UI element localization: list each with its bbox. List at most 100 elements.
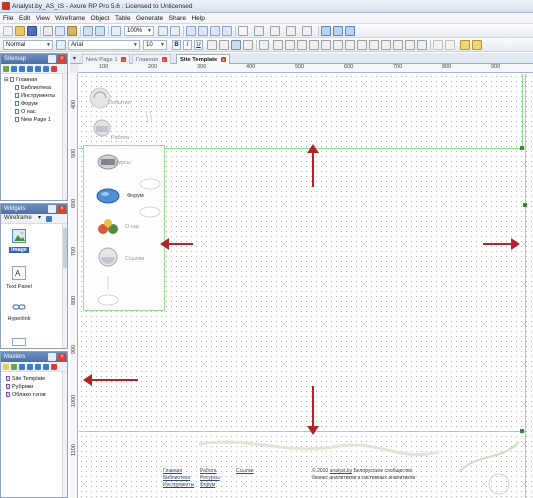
text-color-icon[interactable] [259,40,269,50]
select-mode-icon[interactable] [158,26,168,36]
align-top-icon[interactable] [309,40,319,50]
align-left-icon[interactable] [207,40,217,50]
distribute-icon[interactable] [285,40,295,50]
redo-icon[interactable] [95,26,105,36]
master-item[interactable]: Облако тэгов [6,392,46,398]
align-objects-icon[interactable] [297,40,307,50]
style-select[interactable]: Normal ▼ [3,40,53,50]
close-icon[interactable]: × [58,353,66,361]
indent-icon[interactable] [35,364,41,370]
master-item[interactable]: Рубрики [6,384,33,390]
footer-link[interactable]: Инструменты [163,482,194,489]
tab-site-template[interactable]: Site Template × [176,54,230,64]
sitemap-root[interactable]: ⊟ Главная [4,77,37,83]
menu-file[interactable]: File [0,13,16,22]
tab-new-page-1[interactable]: New Page 1 × [82,54,131,64]
outdent-icon[interactable] [43,364,49,370]
style-edit-icon[interactable] [56,40,66,50]
zoom-select[interactable]: 100% ▼ [124,26,154,36]
bold-button[interactable]: B [172,40,181,50]
rotate-icon[interactable] [369,40,379,50]
menu-help[interactable]: Help [188,13,207,22]
menu-object[interactable]: Object [88,13,112,22]
copy-icon[interactable] [55,26,65,36]
move-up-icon[interactable] [19,66,25,72]
bring-front-icon[interactable] [210,26,220,36]
guide-handle[interactable] [520,146,524,150]
footer-link[interactable]: Работа [200,468,220,475]
font-size-select[interactable]: 10 ▼ [143,40,167,50]
move-down-icon[interactable] [27,66,33,72]
group-icon[interactable] [186,26,196,36]
add-child-icon[interactable] [11,66,17,72]
connector-icon[interactable] [170,26,180,36]
view-mode-2-icon[interactable] [333,26,343,36]
guide-handle[interactable] [523,203,527,207]
footer-link[interactable]: Ссылки [236,468,254,475]
cut-icon[interactable] [43,26,53,36]
close-tab-icon[interactable]: × [220,57,226,62]
widget-hyperlink[interactable]: Hyperlink [4,302,34,322]
align-center-icon[interactable] [219,40,229,50]
close-icon[interactable]: × [58,55,66,63]
library-dropdown-icon[interactable]: ▾ [38,214,41,221]
annotation-icon[interactable] [460,40,470,50]
guide-line[interactable] [522,74,523,148]
align-middle-icon[interactable] [321,40,331,50]
outdent-icon[interactable] [43,66,49,72]
pin-icon[interactable] [48,205,56,213]
footer-link[interactable]: Форум [200,482,220,489]
view-mode-3-icon[interactable] [345,26,355,36]
add-master-icon[interactable] [11,364,17,370]
new-file-icon[interactable] [3,26,13,36]
unlock-icon[interactable] [445,40,455,50]
spacing-icon[interactable] [345,40,355,50]
sitemap-item[interactable]: New Page 1 [15,117,51,123]
menu-share[interactable]: Share [166,13,189,22]
grid-icon[interactable] [405,40,415,50]
masters-scrollbar[interactable] [62,372,67,497]
align-bottom-icon[interactable] [333,40,343,50]
move-up-icon[interactable] [19,364,25,370]
widget-library-select[interactable]: Wireframe [4,215,32,221]
sitemap-scrollbar[interactable] [62,74,67,200]
search-widget-icon[interactable] [46,216,52,222]
indent-icon[interactable] [35,66,41,72]
add-page-icon[interactable] [3,66,9,72]
menu-view[interactable]: View [33,13,52,22]
pin-icon[interactable] [48,353,56,361]
justify-icon[interactable] [243,40,253,50]
line-width-icon[interactable] [270,26,280,36]
menu-table[interactable]: Table [112,13,133,22]
widgets-scrollbar[interactable] [62,224,67,348]
guide-line[interactable] [525,74,526,498]
widget-next[interactable] [4,338,34,350]
sitemap-item[interactable]: Форум [15,101,38,107]
sitemap-item[interactable]: О нас [15,109,36,115]
sitemap-item[interactable]: Библиотека [15,85,51,91]
widget-image[interactable]: Image [4,229,34,253]
sitemap-item[interactable]: Инструменты [15,93,55,99]
master-item[interactable]: Site Template [6,376,45,382]
tab-glavnaya[interactable]: Главная × [132,54,171,64]
paste-icon[interactable] [67,26,77,36]
tab-list-dropdown-icon[interactable]: ▾ [73,55,76,62]
footer-link[interactable]: Ресурсы [200,475,220,482]
close-icon[interactable]: × [58,205,66,213]
menu-edit[interactable]: Edit [16,13,33,22]
font-select[interactable]: Arial ▼ [68,40,140,50]
line-color-icon[interactable] [254,26,264,36]
undo-icon[interactable] [83,26,93,36]
menu-wireframe[interactable]: Wireframe [52,13,87,22]
delete-master-icon[interactable] [51,364,57,370]
close-tab-icon[interactable]: × [161,57,167,62]
delete-page-icon[interactable] [51,66,57,72]
ungroup-icon[interactable] [198,26,208,36]
menu-generate[interactable]: Generate [133,13,166,22]
flip-icon[interactable] [381,40,391,50]
copyright-link[interactable]: analyst.by [330,468,353,474]
arrow-style-icon[interactable] [302,26,312,36]
snap-icon[interactable] [393,40,403,50]
line-style-icon[interactable] [286,26,296,36]
move-down-icon[interactable] [27,364,33,370]
